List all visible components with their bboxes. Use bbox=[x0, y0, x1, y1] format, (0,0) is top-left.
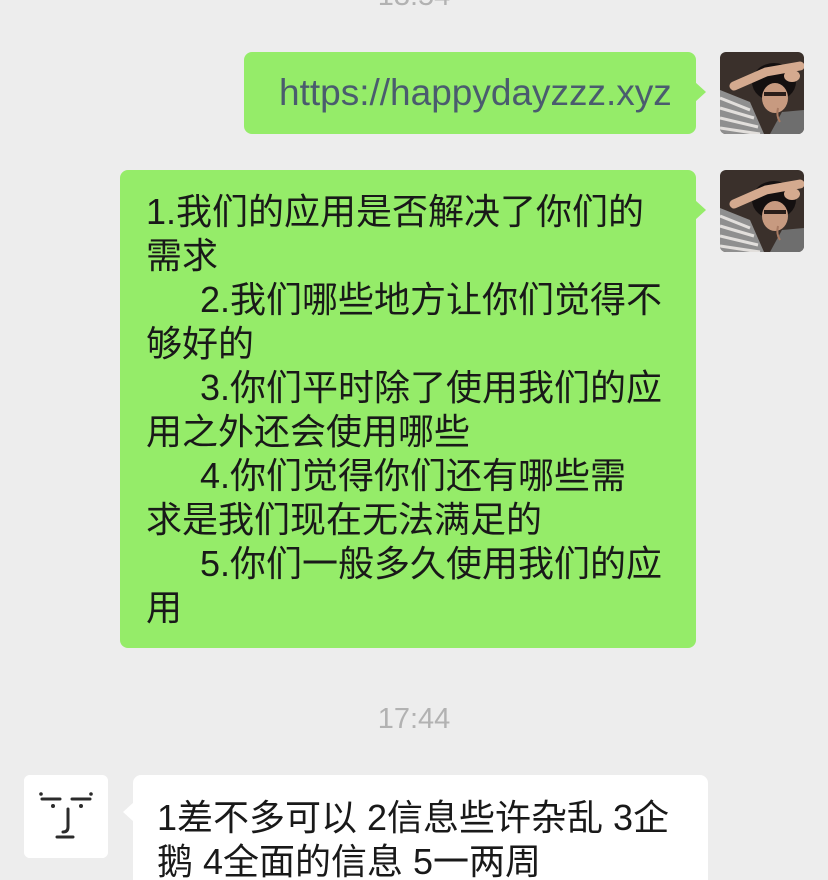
message-line: 1.我们的应用是否解决了你们的 bbox=[146, 191, 645, 232]
message-link[interactable]: https://happydayzzz.xyz bbox=[279, 52, 696, 134]
message-line: 4.你们觉得你们还有哪些需 bbox=[200, 455, 627, 496]
user-photo-avatar[interactable] bbox=[720, 52, 804, 134]
message-line: 5.你们一般多久使用我们的应 bbox=[200, 543, 663, 584]
user-photo-avatar[interactable] bbox=[720, 170, 804, 252]
message-line: 2.我们哪些地方让你们觉得不 bbox=[200, 279, 663, 320]
message-line: 够好的 bbox=[146, 323, 255, 364]
user-photo-avatar-image bbox=[720, 52, 804, 134]
message-line: 用 bbox=[146, 587, 183, 628]
message-line: 用之外还会使用哪些 bbox=[146, 411, 471, 452]
timestamp: 17:44 bbox=[377, 703, 451, 735]
chat-screen: 13:54 https://happydayzzz.xyz 1.我们的应用是否解… bbox=[0, 0, 828, 880]
sent-text-bubble[interactable]: 1.我们的应用是否解决了你们的 需求 2.我们哪些地方让你们觉得不 够好的 3.… bbox=[120, 170, 706, 648]
contact-face-avatar[interactable] bbox=[24, 775, 108, 858]
sent-link-bubble[interactable]: https://happydayzzz.xyz bbox=[244, 52, 706, 134]
message-line: 1差不多可以 2信息些许杂乱 3企 bbox=[157, 797, 670, 838]
received-text-bubble[interactable]: 1差不多可以 2信息些许杂乱 3企 鹅 4全面的信息 5一两周 bbox=[123, 775, 708, 880]
timestamp-top-clip: 13:54 bbox=[0, 0, 828, 10]
user-photo-avatar-image bbox=[720, 170, 804, 252]
message-line: 3.你们平时除了使用我们的应 bbox=[200, 367, 663, 408]
message-line: 需求 bbox=[146, 235, 219, 276]
timestamp-top: 13:54 bbox=[0, 0, 828, 10]
message-line: 鹅 4全面的信息 5一两周 bbox=[157, 841, 542, 880]
message-line: 求是我们现在无法满足的 bbox=[146, 499, 543, 540]
face-drawing-icon bbox=[24, 775, 108, 858]
